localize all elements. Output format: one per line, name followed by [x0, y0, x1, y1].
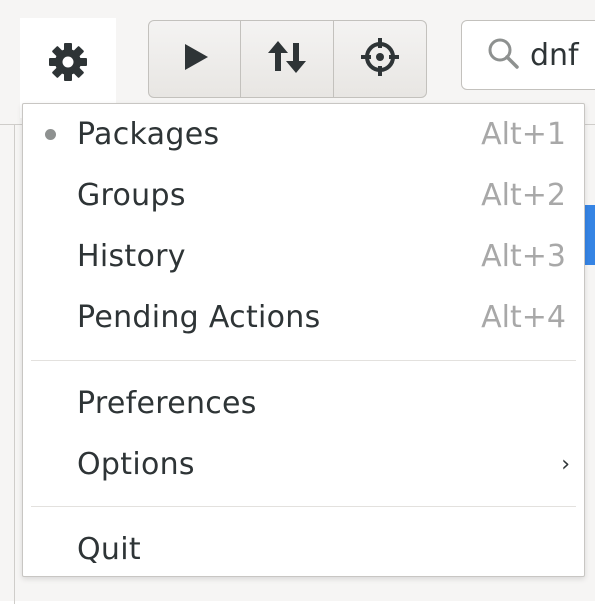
search-input[interactable]: [530, 37, 595, 73]
menu-item-pending-actions[interactable]: Pending Actions Alt+4: [23, 289, 584, 345]
content-left-border: [14, 124, 15, 604]
selected-row-highlight: [584, 205, 595, 265]
search-field[interactable]: [461, 20, 595, 90]
menu-item-shortcut: Alt+4: [481, 299, 566, 335]
menu-separator: [31, 360, 576, 361]
radio-indicator-icon: [45, 128, 56, 140]
locate-button[interactable]: [334, 20, 427, 98]
menu-item-options[interactable]: Options ›: [23, 436, 584, 492]
menu-separator: [31, 506, 576, 507]
menu-item-label: Packages: [77, 116, 220, 152]
menu-item-packages[interactable]: Packages Alt+1: [23, 106, 584, 162]
menu-item-label: Options: [77, 446, 195, 482]
menu-item-history[interactable]: History Alt+3: [23, 228, 584, 284]
menu-item-groups[interactable]: Groups Alt+2: [23, 167, 584, 223]
toolbar-button-group: [148, 20, 427, 98]
menu-item-shortcut: Alt+2: [481, 177, 566, 213]
play-icon: [178, 40, 212, 78]
check-updates-button[interactable]: [241, 20, 334, 98]
menu-item-quit[interactable]: Quit: [23, 521, 584, 577]
menu-item-label: Preferences: [77, 385, 257, 421]
menu-item-label: Pending Actions: [77, 299, 321, 335]
search-icon: [486, 36, 520, 74]
chevron-right-icon: ›: [561, 451, 570, 477]
menu-item-label: Groups: [77, 177, 186, 213]
main-popup-menu: Packages Alt+1 Groups Alt+2 History Alt+…: [22, 103, 585, 577]
gear-icon: [46, 40, 90, 88]
crosshair-icon: [360, 37, 400, 81]
menu-item-label: History: [77, 238, 186, 274]
apply-actions-button[interactable]: [148, 20, 241, 98]
menu-item-shortcut: Alt+3: [481, 238, 566, 274]
menu-item-label: Quit: [77, 531, 141, 567]
menu-item-shortcut: Alt+1: [481, 116, 566, 152]
up-down-arrows-icon: [267, 39, 307, 79]
menu-item-preferences[interactable]: Preferences: [23, 375, 584, 431]
